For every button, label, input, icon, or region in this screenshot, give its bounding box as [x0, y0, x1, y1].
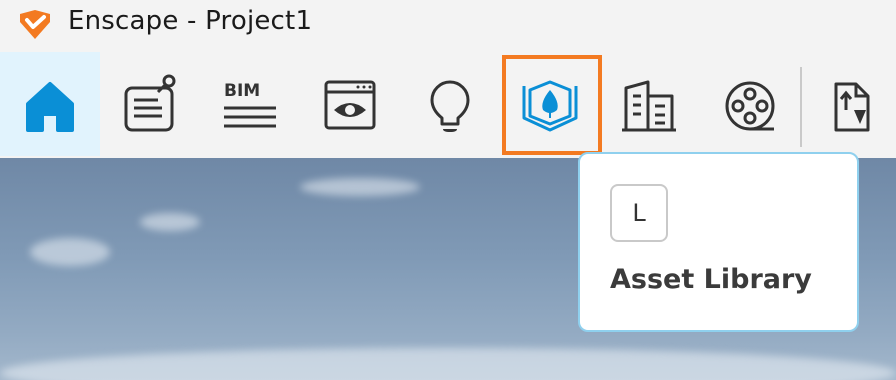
cloud-bank: [0, 348, 896, 380]
lighting-button[interactable]: [400, 52, 500, 156]
lightbulb-icon: [430, 80, 470, 132]
video-editor-button[interactable]: [700, 52, 800, 156]
title-bar: Enscape - Project1: [0, 0, 896, 52]
cloud: [140, 213, 200, 231]
home-button[interactable]: [0, 52, 100, 156]
view-window-icon: [324, 80, 376, 130]
properties-panel-icon: [124, 74, 176, 132]
buildings-icon: [622, 80, 676, 132]
shortcut-key-badge: L: [610, 184, 668, 242]
toolbar-divider: [800, 67, 802, 147]
export-button[interactable]: [810, 52, 896, 156]
enscape-logo-icon: [20, 10, 50, 39]
bim-icon-text: BIM: [224, 81, 260, 101]
asset-library-tooltip: L Asset Library: [578, 152, 859, 332]
main-toolbar: BIM: [0, 52, 896, 158]
asset-library-button[interactable]: [500, 52, 602, 156]
view-window-button[interactable]: [300, 52, 400, 156]
bim-icon: BIM: [224, 81, 276, 128]
cloud: [30, 238, 110, 266]
home-icon: [26, 82, 74, 132]
properties-button[interactable]: [100, 52, 200, 156]
buildings-button[interactable]: [600, 52, 700, 156]
asset-library-icon: [522, 80, 578, 132]
window-title: Enscape - Project1: [68, 6, 313, 36]
tooltip-label: Asset Library: [610, 264, 812, 295]
cloud: [300, 178, 420, 196]
export-file-icon: [834, 82, 870, 132]
bim-button[interactable]: BIM: [200, 52, 300, 156]
film-reel-icon: [725, 81, 775, 131]
